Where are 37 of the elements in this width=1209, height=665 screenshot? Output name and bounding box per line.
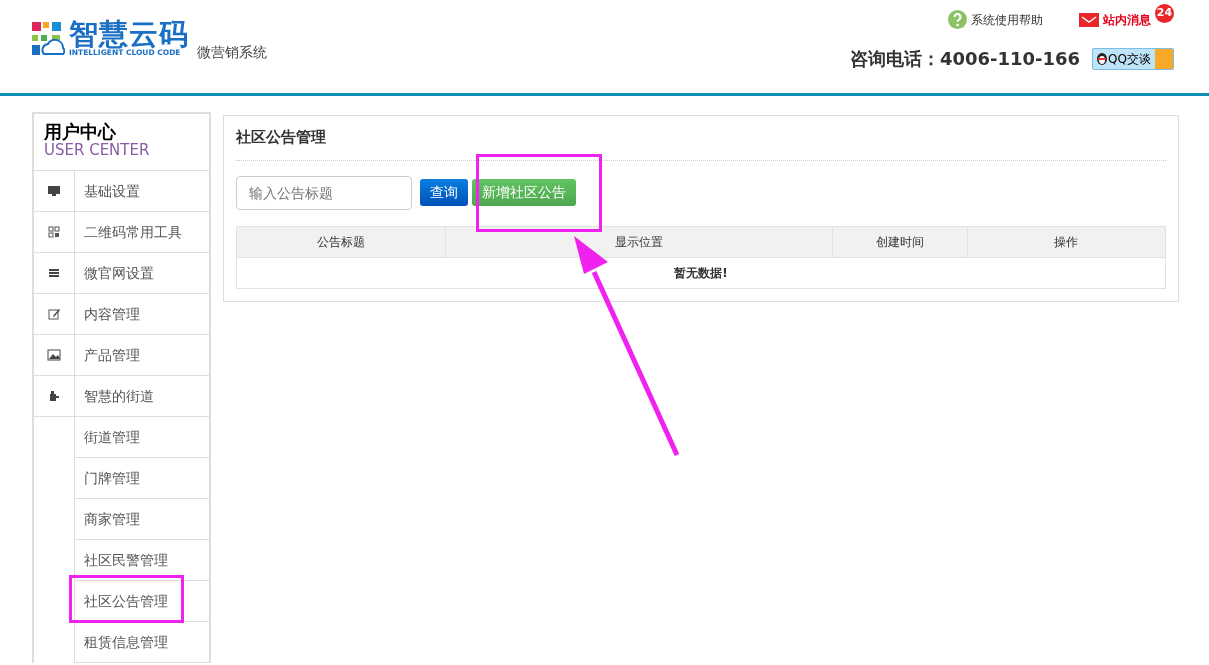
sidebar-subitem[interactable]: 街道管理 xyxy=(75,417,209,458)
search-field[interactable]: 输入公告标题 xyxy=(236,175,412,210)
monitor-icon xyxy=(47,184,61,198)
image-icon xyxy=(47,348,61,362)
sidebar-item[interactable]: 二维码常用工具 xyxy=(75,212,209,252)
hotline-text: 咨询电话：4006-110-166 xyxy=(849,47,1081,71)
sidebar-item[interactable]: 基础设置 xyxy=(75,171,209,211)
sidebar-item[interactable]: 内容管理 xyxy=(75,294,209,334)
mail-icon xyxy=(1079,12,1099,27)
sidebar-title: 用户中心 xyxy=(44,122,117,142)
message-count-badge: 24 xyxy=(1155,4,1174,23)
help-icon xyxy=(948,10,967,29)
qq-chat-button[interactable]: QQ交谈 xyxy=(1092,47,1174,70)
messages-link[interactable]: 站内消息 xyxy=(1103,10,1151,29)
qr-code-icon xyxy=(47,225,61,239)
edit-icon xyxy=(47,307,61,321)
sidebar-subitem[interactable]: 社区民警管理 xyxy=(75,540,209,581)
sidebar-subitem[interactable]: 社区公告管理 xyxy=(75,581,209,622)
sidebar-subitem[interactable]: 门牌管理 xyxy=(75,458,209,499)
column-header: 显示位置 xyxy=(445,226,833,257)
menu-icon xyxy=(47,266,61,280)
puzzle-icon xyxy=(47,389,61,403)
sidebar-subitem[interactable]: 商家管理 xyxy=(75,499,209,540)
system-name: 微营销系统 xyxy=(197,43,267,62)
column-header: 创建时间 xyxy=(832,226,968,257)
sidebar-item[interactable]: 产品管理 xyxy=(75,335,209,375)
logo-title: 智慧云码 xyxy=(69,20,189,49)
page-title: 社区公告管理 xyxy=(236,126,1166,161)
column-header: 操作 xyxy=(967,226,1166,257)
sidebar-item[interactable]: 微官网设置 xyxy=(75,253,209,293)
penguin-icon xyxy=(1096,50,1109,65)
help-link[interactable]: 系统使用帮助 xyxy=(971,10,1043,29)
column-header: 公告标题 xyxy=(236,226,446,257)
sidebar-subitem[interactable]: 租赁信息管理 xyxy=(75,622,209,663)
sidebar-item[interactable]: 智慧的街道 xyxy=(75,376,209,416)
query-button[interactable]: 查询 xyxy=(420,179,468,206)
sidebar-subtitle: USER CENTER xyxy=(44,141,151,159)
